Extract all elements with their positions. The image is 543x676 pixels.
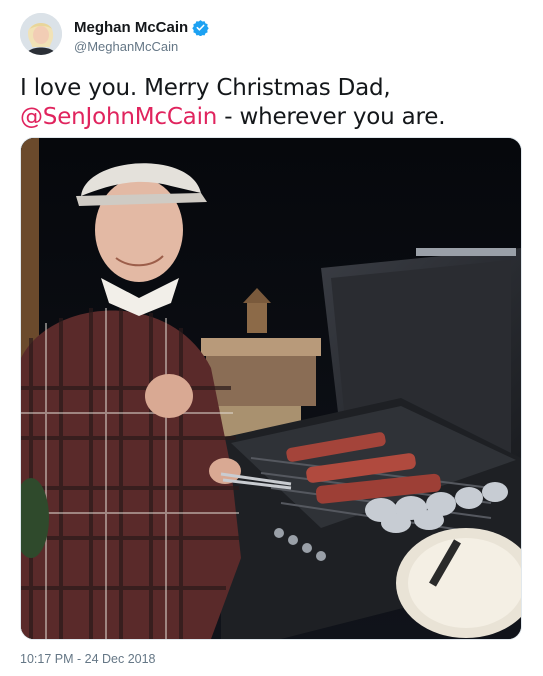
verified-badge-icon	[192, 19, 209, 36]
tweet-header: Meghan McCain @MeghanMcCain	[20, 13, 520, 57]
display-name[interactable]: Meghan McCain	[74, 19, 188, 36]
tweet-text-part1: I love you. Merry Christmas Dad,	[20, 75, 391, 101]
tweet-photo[interactable]	[20, 137, 522, 640]
profile-photo-icon	[20, 13, 62, 55]
photo-icon	[21, 138, 521, 639]
mention-link[interactable]: @SenJohnMcCain	[20, 104, 217, 130]
tweet-timestamp[interactable]: 10:17 PM - 24 Dec 2018	[20, 652, 156, 666]
avatar[interactable]	[20, 13, 62, 55]
tweet-text-part2: - wherever you are.	[217, 104, 446, 130]
user-handle[interactable]: @MeghanMcCain	[74, 39, 209, 54]
tweet-text: I love you. Merry Christmas Dad, @SenJoh…	[20, 74, 525, 132]
